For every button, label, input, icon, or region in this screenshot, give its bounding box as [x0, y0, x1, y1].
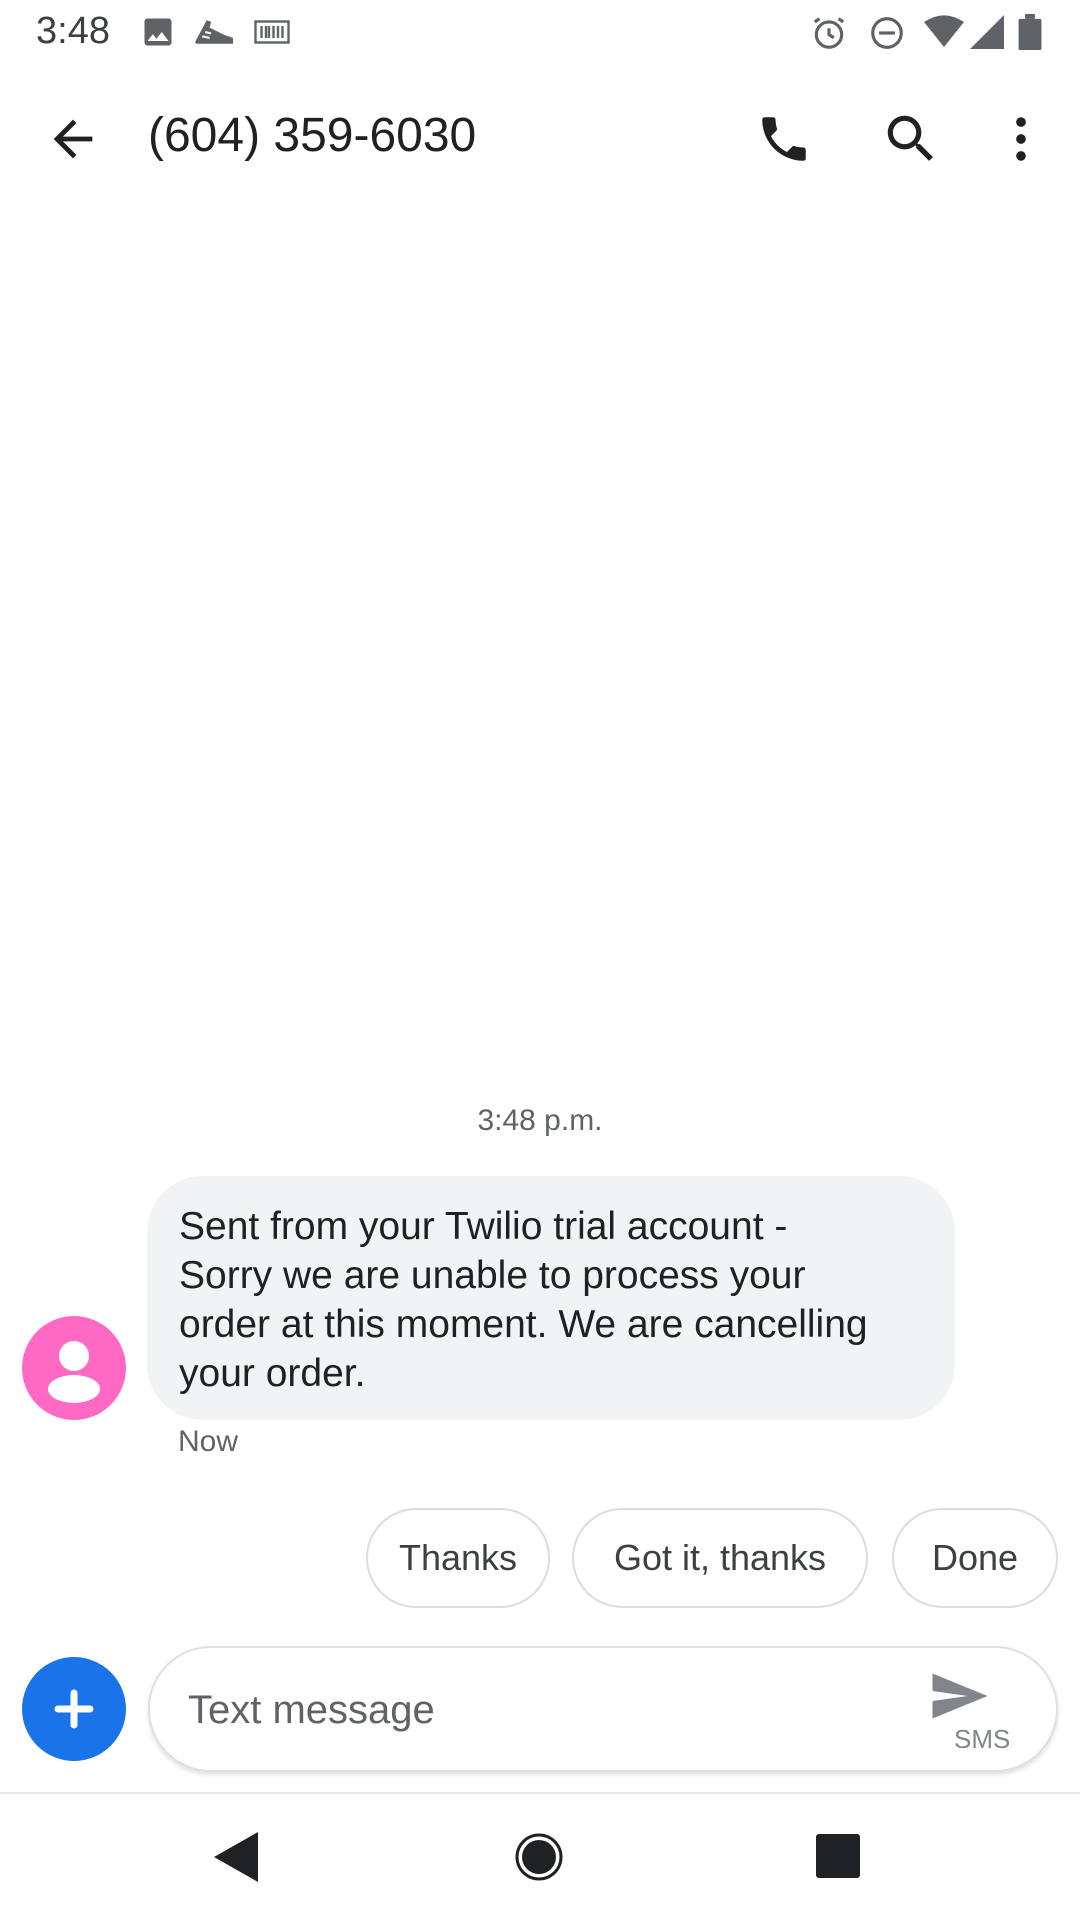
- message-line: Sorry we are unable to process your: [179, 1254, 806, 1297]
- message-timestamp: 3:48 p.m.: [477, 1104, 603, 1137]
- more-vert-icon[interactable]: [992, 110, 1050, 168]
- contact-title: (604) 359-6030: [148, 109, 477, 162]
- message-bubble[interactable]: Sent from your Twilio trial account - So…: [147, 1176, 955, 1420]
- wifi-icon: [924, 15, 964, 48]
- alarm-icon: [813, 17, 845, 49]
- toolbar: (604) 359-6030: [0, 64, 1080, 214]
- plus-icon: [54, 1689, 94, 1729]
- send-icon: [932, 1673, 988, 1719]
- add-attachment-button[interactable]: [22, 1657, 126, 1761]
- message-line: your order.: [179, 1352, 366, 1395]
- message-input[interactable]: [186, 1678, 890, 1742]
- status-time: 3:48: [36, 10, 110, 52]
- battery-icon: [1018, 14, 1042, 50]
- compose-box: SMS: [148, 1646, 1058, 1772]
- search-icon[interactable]: [880, 108, 942, 170]
- barcode-icon: [254, 20, 290, 44]
- back-arrow-icon[interactable]: [44, 110, 102, 168]
- nav-back-icon[interactable]: [214, 1832, 258, 1882]
- do-not-disturb-icon: [871, 17, 903, 49]
- message-line: Sent from your Twilio trial account -: [179, 1205, 788, 1248]
- phone-icon[interactable]: [755, 110, 813, 168]
- nav-home-icon[interactable]: [514, 1832, 564, 1882]
- avatar[interactable]: [22, 1316, 126, 1420]
- status-bar: 3:48: [0, 0, 1080, 64]
- message-line: order at this moment. We are cancelling: [179, 1303, 868, 1346]
- smart-reply-got-it-thanks[interactable]: Got it, thanks: [572, 1508, 868, 1608]
- image-icon: [144, 18, 172, 46]
- nav-recents-icon[interactable]: [816, 1834, 860, 1878]
- signal-icon: [970, 15, 1004, 49]
- shoe-icon: [194, 20, 234, 44]
- person-icon: [48, 1341, 100, 1403]
- message-status: Now: [178, 1425, 239, 1458]
- smart-reply-thanks[interactable]: Thanks: [366, 1508, 550, 1608]
- smart-reply-done[interactable]: Done: [892, 1508, 1058, 1608]
- send-type-label: SMS: [954, 1724, 1011, 1754]
- navigation-bar: [0, 1794, 1080, 1920]
